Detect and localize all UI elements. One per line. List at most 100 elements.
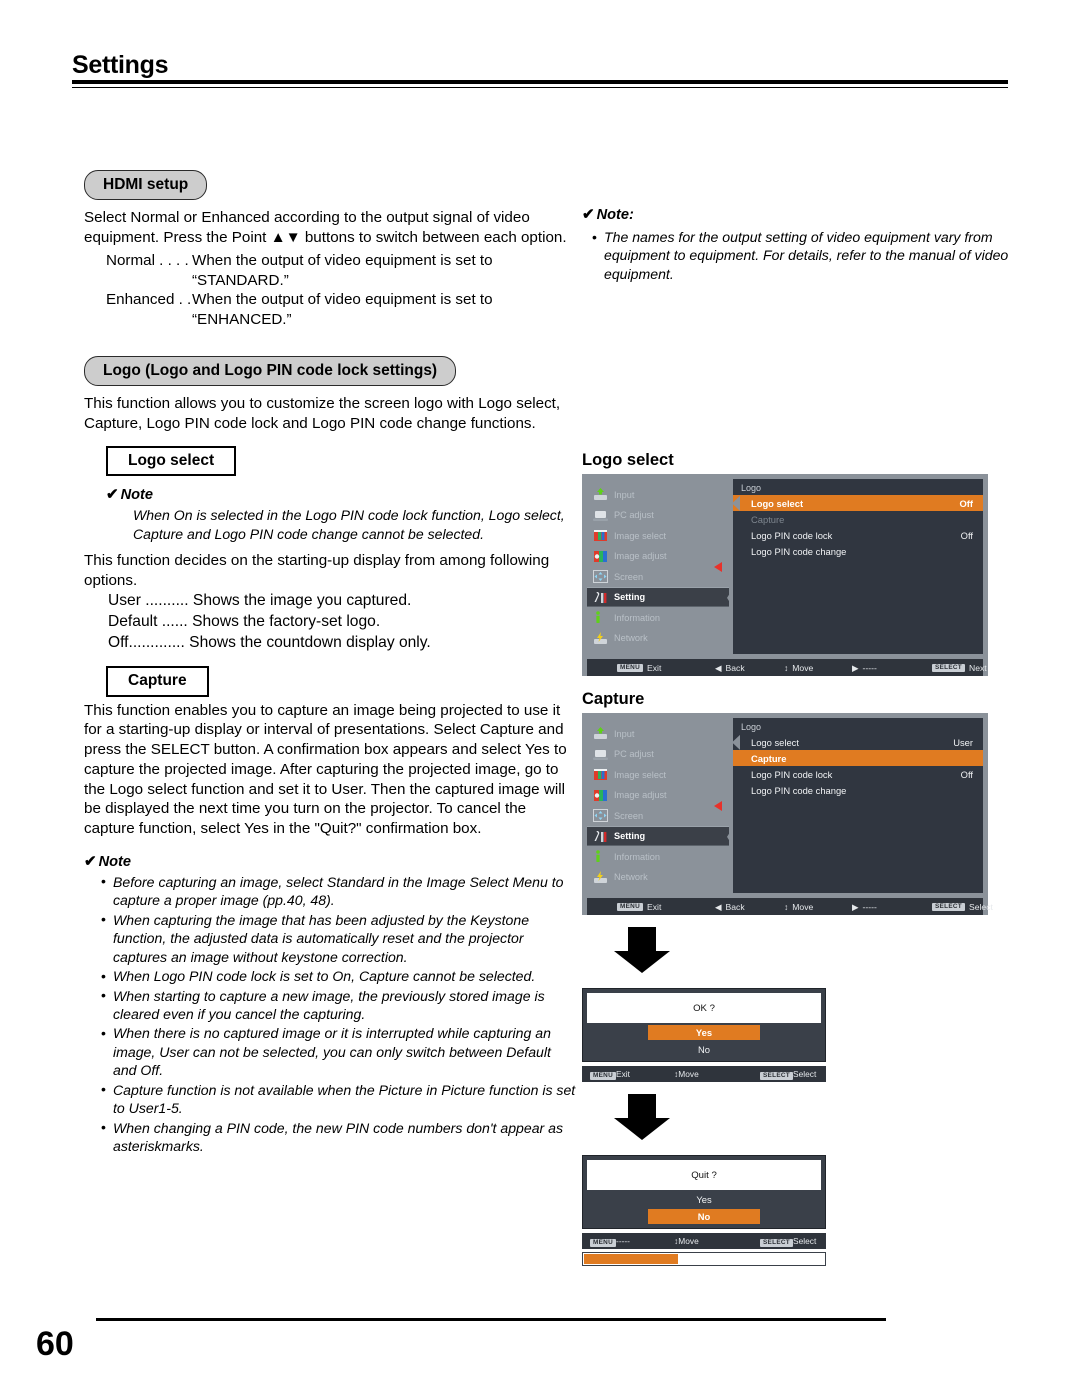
select-key-icon: SELECT <box>760 1238 794 1248</box>
osd-sidebar-item-input[interactable]: Input <box>587 723 729 744</box>
note-title: Note <box>120 487 154 504</box>
osd-hint-label: Next <box>969 662 987 673</box>
capture-intro: This function enables you to capture an … <box>84 701 567 838</box>
osd-sidebar-item-screen[interactable]: Screen <box>587 566 729 587</box>
dialog-option-no[interactable]: No <box>648 1209 760 1225</box>
osd-menu-row-logo-pin-code-change[interactable]: Logo PIN code change <box>733 782 983 798</box>
osd-menu-row-capture[interactable]: Capture <box>733 511 983 527</box>
page-title: Settings <box>72 51 169 79</box>
osd-sidebar-item-information[interactable]: Information <box>587 846 729 867</box>
dialog-option-no[interactable]: No <box>648 1042 760 1057</box>
logo-select-intro: This function decides on the starting-up… <box>84 551 550 589</box>
left-arrow-icon: ◀ <box>715 662 722 673</box>
progress-fill <box>584 1254 678 1265</box>
osd-sidebar-item-setting[interactable]: Setting <box>587 561 729 608</box>
down-arrow-icon <box>614 1094 670 1141</box>
osd-menu-row-label: Logo PIN code lock <box>751 768 833 780</box>
down-arrow-icon <box>614 927 670 974</box>
osd-hint-label: Back <box>725 901 745 912</box>
osd-hint-bar: MENU Exit ◀ Back ↕ Move ▶ ----- SELECT Select <box>587 898 993 916</box>
left-arrow-icon <box>714 561 722 572</box>
logo-intro: This function allows you to customize th… <box>84 395 561 432</box>
osd-menu-row-value: Off <box>960 529 973 541</box>
input-icon <box>593 727 608 740</box>
note-bullet: When Logo PIN code lock is set to On, Ca… <box>99 967 576 986</box>
dialog-option-yes[interactable]: Yes <box>648 1192 760 1207</box>
footer-rule <box>96 1318 886 1321</box>
input-icon <box>593 488 608 501</box>
osd-hint-label: Move <box>792 662 814 673</box>
osd-sidebar-item-input[interactable]: Input <box>587 484 729 505</box>
osd-menu-row-logo-pin-code-change[interactable]: Logo PIN code change <box>733 543 983 559</box>
capture-note-bullets: Before capturing an image, select Standa… <box>84 872 576 1156</box>
dialog-quit[interactable]: Quit ? Yes No <box>582 1155 826 1230</box>
osd-sidebar-item-image-select[interactable]: Image select <box>587 764 729 785</box>
osd-sidebar-item-image-adjust[interactable]: Image adjust <box>587 785 729 806</box>
osd-sidebar-item-image-adjust[interactable]: Image adjust <box>587 546 729 567</box>
osd-hint-label: ----- <box>616 1235 630 1246</box>
osd-sidebar-item-label: PC adjust <box>614 749 654 760</box>
osd-sidebar-item-network[interactable]: Network <box>587 867 729 888</box>
menu-key-icon: MENU <box>617 902 644 912</box>
osd-sidebar-item-pc-adjust[interactable]: PC adjust <box>587 744 729 765</box>
image-adjust-icon <box>593 550 608 563</box>
osd-sidebar-item-setting[interactable]: Setting <box>587 800 729 847</box>
osd-sidebar-item-information[interactable]: Information <box>587 607 729 628</box>
definition-row: Normal . . . . When the output of video … <box>84 251 576 291</box>
pc-adjust-icon <box>593 748 608 761</box>
page-footer: 60 <box>36 1318 1044 1364</box>
logo-settings-heading: Logo (Logo and Logo PIN code lock settin… <box>84 355 457 387</box>
osd-menu-row-label: Logo PIN code change <box>751 545 847 557</box>
osd-logo-select[interactable]: Input PC adjust Image select Image adjust Sc… <box>582 474 988 677</box>
osd-menu-row-label: Logo PIN code change <box>751 784 847 796</box>
image-select-icon <box>593 529 608 542</box>
header-rule-thin <box>72 86 1008 89</box>
osd-hint-label: Exit <box>616 1068 630 1079</box>
osd-menu-row-logo-select[interactable]: Logo select Off <box>732 495 983 512</box>
osd-hint-item: ↕Move <box>784 663 813 673</box>
screen-icon <box>593 570 608 584</box>
osd-sidebar-item-label: Information <box>614 851 660 862</box>
page-number: 60 <box>36 1325 74 1363</box>
osd-sidebar-item-label: PC adjust <box>614 510 654 521</box>
osd-hint-label: Back <box>725 662 745 673</box>
dialog-ok[interactable]: OK ? Yes No <box>582 988 826 1063</box>
network-icon <box>593 631 608 645</box>
osd-sidebar-item-network[interactable]: Network <box>587 628 729 649</box>
dialog-question: OK ? <box>587 993 821 1024</box>
page-header: Settings <box>72 51 1008 89</box>
option-row: User .......... Shows the image you capt… <box>108 592 412 610</box>
osd-hint-item: MENU Exit <box>617 663 661 673</box>
hdmi-note-bullets: The names for the output setting of vide… <box>582 227 1010 283</box>
osd-menu-row-logo-pin-code-lock[interactable]: Logo PIN code lock Off <box>733 766 983 782</box>
osd-sidebar-item-label: Image adjust <box>614 551 667 562</box>
osd-sidebar-item-label: Image select <box>614 769 667 780</box>
menu-row-pointer-tab <box>732 734 740 750</box>
logo-select-options: User .......... Shows the image you capt… <box>84 591 576 653</box>
osd-capture-block: Capture Input PC adjust Image select Image … <box>582 690 1010 916</box>
osd-body: Input PC adjust Image select Image adjust Sc… <box>587 479 983 655</box>
dialog-ok-hint-bar: MENU Exit ↕Move SELECT Select <box>582 1066 826 1083</box>
osd-sidebar-item-pc-adjust[interactable]: PC adjust <box>587 505 729 526</box>
osd-body: Input PC adjust Image select Image adjust Sc… <box>587 718 983 894</box>
dialog-option-yes[interactable]: Yes <box>648 1025 760 1041</box>
osd-hint-label: Select <box>793 1235 817 1246</box>
updown-arrow-icon: ↕ <box>784 662 789 673</box>
osd-main-panel: Logo Logo select User Capture Logo PIN code… <box>732 718 983 894</box>
osd-menu-row-logo-pin-code-lock[interactable]: Logo PIN code lock Off <box>733 527 983 543</box>
menu-row-pointer-tab <box>732 495 740 511</box>
osd-hint-item: ◀ Back <box>715 902 745 912</box>
osd-sidebar-item-image-select[interactable]: Image select <box>587 525 729 546</box>
osd-sidebar-item-screen[interactable]: Screen <box>587 805 729 826</box>
osd-hint-item: ▶ ----- <box>852 663 877 673</box>
hdmi-setup-heading: HDMI setup <box>84 170 208 201</box>
osd-capture[interactable]: Input PC adjust Image select Image adjust Sc… <box>582 713 993 916</box>
network-icon <box>593 870 608 884</box>
osd-menu-row-capture[interactable]: Capture <box>733 750 983 767</box>
osd-logo-select-caption: Logo select <box>582 451 674 470</box>
note-title: Note <box>98 853 132 870</box>
osd-menu-row-logo-select[interactable]: Logo select User <box>732 734 983 750</box>
definition-row: Enhanced . . When the output of video eq… <box>84 290 576 330</box>
osd-sidebar-item-label: Screen <box>614 571 644 582</box>
note-title: Note: <box>596 207 634 223</box>
